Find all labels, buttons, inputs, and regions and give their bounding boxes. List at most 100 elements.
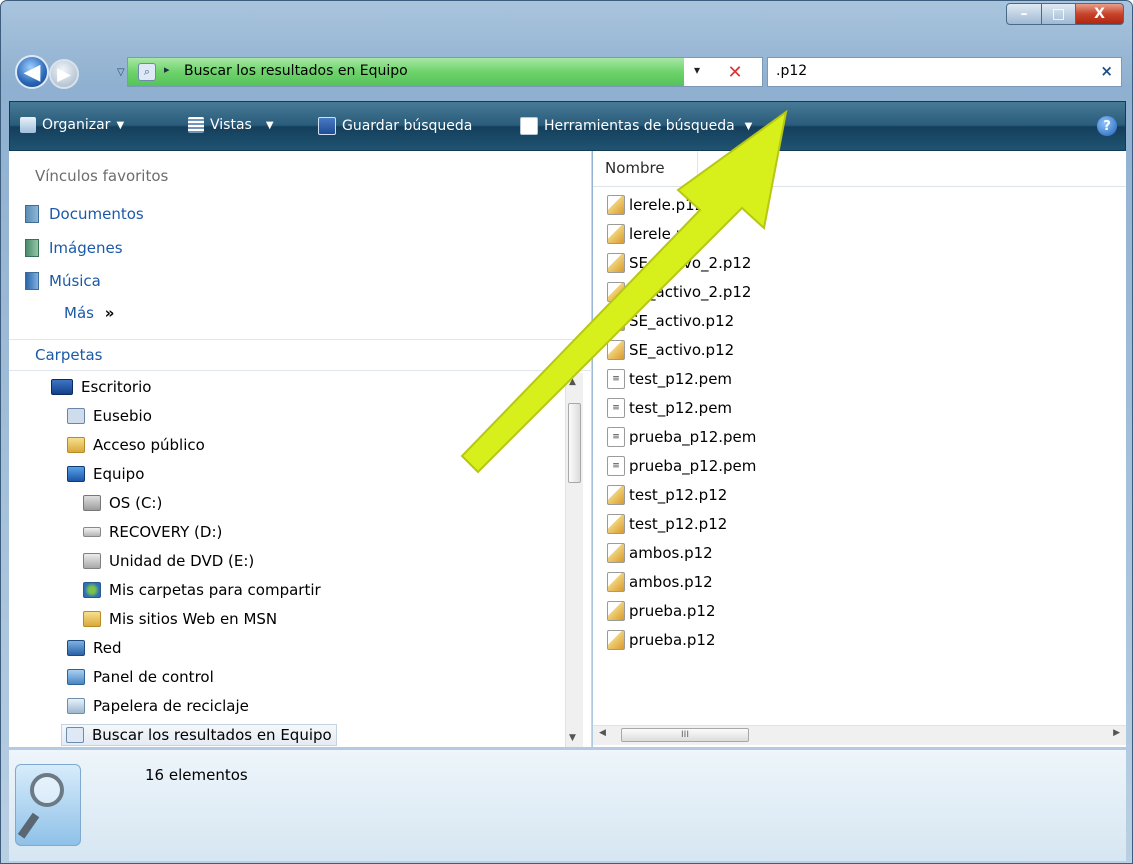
more-favorites-link[interactable]: Más »	[64, 304, 114, 322]
dvd-drive-icon	[83, 553, 101, 569]
tree-item-network[interactable]: Red	[67, 639, 122, 657]
tree-item-shared-folders[interactable]: Mis carpetas para compartir	[83, 581, 321, 599]
scroll-left-icon[interactable]: ◀	[599, 728, 606, 738]
search-input[interactable]: .p12	[776, 63, 807, 79]
column-name[interactable]: Nombre	[605, 159, 665, 177]
save-search-button[interactable]: Guardar búsqueda	[318, 117, 472, 135]
search-folder-icon: ⌕	[138, 63, 156, 81]
back-arrow-icon[interactable]: ◀	[15, 55, 49, 89]
title-bar: – □ X	[1, 1, 1132, 49]
file-row[interactable]: ambos.p12	[607, 543, 713, 563]
navigation-bar: ◀ ▶ ▽ ⌕ ▸ Buscar los resultados en Equip…	[9, 53, 1126, 95]
tree-item-eusebio[interactable]: Eusebio	[67, 407, 152, 425]
recycle-bin-icon	[67, 698, 85, 714]
horizontal-scroll-thumb[interactable]: III	[621, 728, 749, 742]
file-row[interactable]: lerele.p12	[607, 195, 704, 215]
double-chevron-icon: »	[104, 304, 115, 322]
views-label: Vistas	[210, 117, 252, 133]
address-dropdown-icon[interactable]: ▾	[694, 63, 700, 77]
file-name: prueba.p12	[629, 602, 716, 620]
tree-item-msn-sites[interactable]: Mis sitios Web en MSN	[83, 610, 277, 628]
file-row[interactable]: SE_activo.p12	[607, 311, 734, 331]
tree-item-desktop[interactable]: Escritorio	[51, 378, 151, 396]
tree-item-control-panel[interactable]: Panel de control	[67, 668, 214, 686]
tree-label: Eusebio	[93, 407, 152, 425]
file-name: test_p12.p12	[629, 486, 728, 504]
tree-label: Mis carpetas para compartir	[109, 581, 321, 599]
scroll-up-icon[interactable]: ▲	[569, 377, 576, 387]
control-panel-icon	[67, 669, 85, 685]
file-name: SE_activo_2.p12	[629, 254, 752, 272]
breadcrumb-separator[interactable]: ▸	[164, 63, 170, 76]
tree-item-recycle-bin[interactable]: Papelera de reciclaje	[67, 697, 249, 715]
recent-pages-dropdown-icon[interactable]: ▽	[117, 67, 125, 78]
file-row[interactable]: SE_activo_2.p12	[607, 253, 751, 273]
scroll-right-icon[interactable]: ▶	[1113, 728, 1120, 738]
file-row[interactable]: ≡ test_p12.pem	[607, 398, 732, 418]
column-divider[interactable]	[697, 151, 698, 187]
favorite-music[interactable]: Música	[25, 272, 101, 290]
pictures-icon	[25, 239, 39, 257]
file-row[interactable]: SE_activo_2.p12	[607, 282, 751, 302]
file-name: prueba_p12.pem	[629, 428, 757, 446]
pem-file-icon: ≡	[607, 427, 625, 447]
column-header[interactable]: Nombre	[593, 151, 1126, 187]
clear-search-icon[interactable]: ×	[1100, 62, 1113, 80]
horizontal-scrollbar[interactable]: ◀ III ▶	[593, 725, 1126, 745]
file-row[interactable]: test_p12.p12	[607, 485, 727, 505]
search-tools-menu[interactable]: Herramientas de búsqueda ▼	[520, 117, 752, 135]
help-icon[interactable]: ?	[1097, 116, 1117, 136]
tree-label: Unidad de DVD (E:)	[109, 552, 255, 570]
file-row[interactable]: ≡ test_p12.pem	[607, 369, 732, 389]
folders-header[interactable]: Carpetas	[9, 339, 592, 371]
scroll-down-icon[interactable]: ▼	[569, 733, 576, 743]
maximize-button[interactable]: □	[1042, 3, 1076, 25]
explorer-window: – □ X ◀ ▶ ▽ ⌕ ▸ Buscar los resultados en…	[0, 0, 1133, 864]
file-row[interactable]: prueba.p12	[607, 630, 716, 650]
file-row[interactable]: lerele.p12	[607, 224, 704, 244]
network-icon	[67, 640, 85, 656]
tree-item-search-results[interactable]: Buscar los resultados en Equipo	[61, 724, 337, 746]
file-row[interactable]: ambos.p12	[607, 572, 713, 592]
search-magnifier-icon	[15, 764, 81, 846]
search-box[interactable]: .p12 ×	[767, 57, 1122, 87]
command-bar: Organizar ▼ Vistas ▼ Guardar búsqueda He…	[9, 101, 1126, 151]
pem-file-icon: ≡	[607, 456, 625, 476]
desktop-icon	[51, 379, 73, 395]
window-controls: – □ X	[1006, 3, 1124, 25]
forward-arrow-icon[interactable]: ▶	[49, 59, 79, 89]
stop-search-button[interactable]: ✕	[722, 60, 748, 84]
address-bar[interactable]: ⌕ ▸ Buscar los resultados en Equipo ▾ ✕	[127, 57, 763, 87]
tree-label: Red	[93, 639, 122, 657]
drive-icon	[83, 527, 101, 537]
tree-item-drive-d[interactable]: RECOVERY (D:)	[83, 523, 222, 541]
file-name: ambos.p12	[629, 544, 713, 562]
tree-item-dvd[interactable]: Unidad de DVD (E:)	[83, 552, 254, 570]
certificate-file-icon	[607, 543, 625, 563]
tree-scroll-thumb[interactable]	[568, 403, 581, 483]
minimize-button[interactable]: –	[1006, 3, 1042, 25]
file-row[interactable]: ≡ prueba_p12.pem	[607, 427, 756, 447]
tree-item-drive-c[interactable]: OS (C:)	[83, 494, 162, 512]
favorite-pictures[interactable]: Imágenes	[25, 239, 123, 257]
certificate-file-icon	[607, 224, 625, 244]
chevron-down-icon: ▼	[265, 119, 274, 131]
organize-menu[interactable]: Organizar ▼	[20, 117, 124, 133]
favorite-documents[interactable]: Documentos	[25, 205, 144, 223]
file-row[interactable]: prueba.p12	[607, 601, 716, 621]
folder-icon	[83, 611, 101, 627]
certificate-file-icon	[607, 340, 625, 360]
tree-item-computer[interactable]: Equipo	[67, 465, 144, 483]
breadcrumb-current[interactable]: Buscar los resultados en Equipo	[184, 63, 408, 79]
tree-label: RECOVERY (D:)	[109, 523, 223, 541]
documents-icon	[25, 205, 39, 223]
tree-scrollbar[interactable]: ▲ ▼	[565, 373, 583, 747]
tree-item-public[interactable]: Acceso público	[67, 436, 205, 454]
tree-label: Papelera de reciclaje	[93, 697, 249, 715]
views-menu[interactable]: Vistas ▼	[188, 117, 274, 133]
file-row[interactable]: SE_activo.p12	[607, 340, 734, 360]
close-button[interactable]: X	[1076, 3, 1124, 25]
certificate-file-icon	[607, 514, 625, 534]
file-row[interactable]: ≡ prueba_p12.pem	[607, 456, 756, 476]
file-row[interactable]: test_p12.p12	[607, 514, 727, 534]
